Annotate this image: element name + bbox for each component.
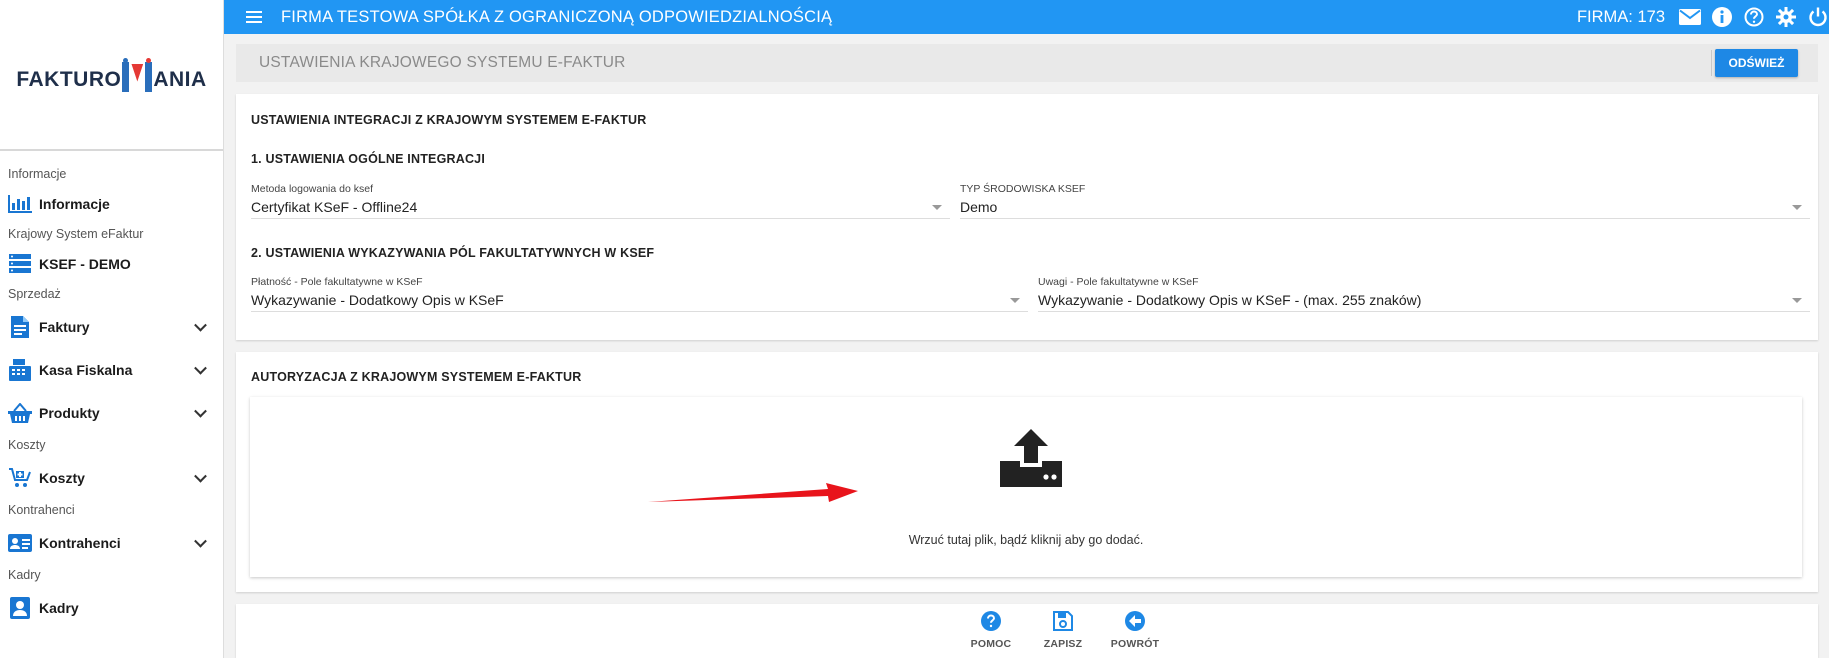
upload-icon — [1000, 429, 1062, 487]
contact-card-icon — [8, 532, 32, 554]
logo-text-left: FAKTURO — [16, 67, 122, 91]
help-icon[interactable] — [1743, 6, 1765, 28]
sidebar-item-label: Faktury — [39, 318, 90, 335]
chevron-down-icon[interactable] — [194, 404, 207, 418]
optional-fields-heading: 2. USTAWIENIA WYKAZYWANIA PÓL FAKULTATYW… — [251, 246, 655, 260]
info-icon[interactable] — [1711, 6, 1733, 28]
company-name: FIRMA TESTOWA SPÓŁKA Z OGRANICZONĄ ODPOW… — [281, 7, 833, 26]
notes-value: Wykazywanie - Dodatkowy Opis w KSeF - (m… — [1038, 292, 1422, 308]
chevron-down-icon[interactable] — [194, 469, 207, 483]
cart-add-icon — [8, 467, 32, 489]
authorization-card: AUTORYZACJA Z KRAJOWYM SYSTEMEM E-FAKTUR… — [236, 352, 1818, 592]
footer-actions: POMOC ZAPISZ POWRÓT — [236, 604, 1818, 658]
sidebar-item-label: Kasa Fiskalna — [39, 361, 133, 378]
chevron-down-icon[interactable] — [194, 318, 207, 332]
floppy-disk-icon — [1052, 610, 1074, 632]
payment-value: Wykazywanie - Dodatkowy Opis w KSeF — [251, 292, 504, 308]
help-label: POMOC — [970, 638, 1012, 650]
sidebar-item-label: KSEF - DEMO — [39, 256, 131, 272]
sidebar-section-koszty: Koszty — [8, 438, 46, 452]
logo[interactable]: FAKTURO ANIA — [16, 57, 207, 92]
sidebar-item-informacje[interactable]: Informacje — [0, 185, 223, 223]
basket-icon — [8, 402, 32, 424]
back-button[interactable]: POWRÓT — [1105, 610, 1165, 650]
notes-label: Uwagi - Pole fakultatywne w KSeF — [1038, 276, 1199, 288]
cash-register-icon — [8, 358, 32, 381]
top-bar: FIRMA TESTOWA SPÓŁKA Z OGRANICZONĄ ODPOW… — [224, 0, 1829, 34]
login-method-select[interactable]: Certyfikat KSeF - Offline24 — [251, 199, 950, 219]
dropdown-arrow-icon — [1792, 205, 1802, 210]
logo-m-mark — [122, 57, 153, 92]
help-circle-icon — [980, 610, 1002, 632]
dropzone-text: Wrzuć tutaj plik, bądź kliknij aby go do… — [908, 533, 1144, 547]
authorization-title: AUTORYZACJA Z KRAJOWYM SYSTEMEM E-FAKTUR — [251, 370, 582, 384]
sidebar-section-kontrahenci: Kontrahenci — [8, 503, 75, 517]
page-header: USTAWIENIA KRAJOWEGO SYSTEMU E-FAKTUR OD… — [236, 44, 1818, 82]
env-type-select[interactable]: Demo — [960, 199, 1810, 219]
sidebar-item-faktury[interactable]: Faktury — [0, 305, 223, 348]
dropdown-arrow-icon — [932, 205, 942, 210]
sidebar-item-label: Informacje — [39, 196, 110, 212]
person-badge-icon — [8, 596, 32, 619]
sidebar-section-ksef: Krajowy System eFaktur — [8, 227, 144, 241]
sidebar-item-kadry[interactable]: Kadry — [0, 586, 223, 629]
integration-title: USTAWIENIA INTEGRACJI Z KRAJOWYM SYSTEME… — [251, 113, 647, 127]
server-icon — [8, 253, 32, 275]
sidebar-item-koszty[interactable]: Koszty — [0, 456, 223, 499]
bar-chart-icon — [8, 193, 32, 215]
env-type-value: Demo — [960, 199, 998, 215]
gear-icon[interactable] — [1775, 6, 1797, 28]
top-bar-actions: FIRMA: 173 — [1577, 0, 1829, 34]
mail-icon[interactable] — [1679, 6, 1701, 28]
sidebar-item-label: Kontrahenci — [39, 534, 121, 551]
dropdown-arrow-icon — [1010, 298, 1020, 303]
notes-field[interactable]: Uwagi - Pole fakultatywne w KSeF Wykazyw… — [1038, 276, 1810, 312]
sidebar-item-label: Produkty — [39, 404, 100, 421]
annotation-arrow — [648, 483, 858, 502]
arrow-left-circle-icon — [1124, 610, 1146, 632]
payment-select[interactable]: Wykazywanie - Dodatkowy Opis w KSeF — [251, 292, 1028, 312]
login-method-label: Metoda logowania do ksef — [251, 183, 373, 195]
sidebar-item-label: Kadry — [39, 599, 79, 616]
sidebar-item-label: Koszty — [39, 469, 85, 486]
save-button[interactable]: ZAPISZ — [1033, 610, 1093, 650]
general-settings-heading: 1. USTAWIENIA OGÓLNE INTEGRACJI — [251, 152, 485, 166]
env-type-field[interactable]: TYP ŚRODOWISKA KSEF Demo — [960, 183, 1810, 219]
chevron-down-icon[interactable] — [194, 361, 207, 375]
save-label: ZAPISZ — [1043, 638, 1083, 650]
logo-text-right: ANIA — [153, 67, 207, 91]
login-method-value: Certyfikat KSeF - Offline24 — [251, 199, 418, 215]
chevron-down-icon[interactable] — [194, 534, 207, 548]
sidebar-item-kontrahenci[interactable]: Kontrahenci — [0, 521, 223, 564]
notes-select[interactable]: Wykazywanie - Dodatkowy Opis w KSeF - (m… — [1038, 292, 1810, 312]
sidebar-section-informacje: Informacje — [8, 167, 67, 181]
env-type-label: TYP ŚRODOWISKA KSEF — [960, 183, 1086, 195]
logo-area: FAKTURO ANIA — [0, 0, 223, 151]
back-label: POWRÓT — [1110, 638, 1160, 650]
document-icon — [8, 315, 32, 338]
sidebar-section-sprzedaz: Sprzedaż — [8, 287, 61, 301]
file-dropzone[interactable]: Wrzuć tutaj plik, bądź kliknij aby go do… — [250, 397, 1802, 577]
firma-id: FIRMA: 173 — [1576, 7, 1665, 26]
login-method-field[interactable]: Metoda logowania do ksef Certyfikat KSeF… — [251, 183, 950, 219]
sidebar: FAKTURO ANIA Informacje Informacje Krajo… — [0, 0, 224, 658]
payment-label: Płatność - Pole fakultatywne w KSeF — [251, 276, 423, 288]
help-button[interactable]: POMOC — [961, 610, 1021, 650]
power-icon[interactable] — [1807, 6, 1829, 28]
integration-settings-card: USTAWIENIA INTEGRACJI Z KRAJOWYM SYSTEME… — [236, 94, 1818, 340]
hamburger-menu-icon[interactable] — [246, 11, 262, 23]
sidebar-item-ksef-demo[interactable]: KSEF - DEMO — [0, 245, 223, 283]
sidebar-item-produkty[interactable]: Produkty — [0, 391, 223, 434]
page-title: USTAWIENIA KRAJOWEGO SYSTEMU E-FAKTUR — [259, 54, 626, 71]
header-divider — [1711, 50, 1712, 76]
payment-field[interactable]: Płatność - Pole fakultatywne w KSeF Wyka… — [251, 276, 1028, 312]
sidebar-section-kadry: Kadry — [8, 568, 41, 582]
sidebar-item-kasa-fiskalna[interactable]: Kasa Fiskalna — [0, 348, 223, 391]
refresh-button[interactable]: ODŚWIEŻ — [1715, 49, 1798, 77]
dropdown-arrow-icon — [1792, 298, 1802, 303]
